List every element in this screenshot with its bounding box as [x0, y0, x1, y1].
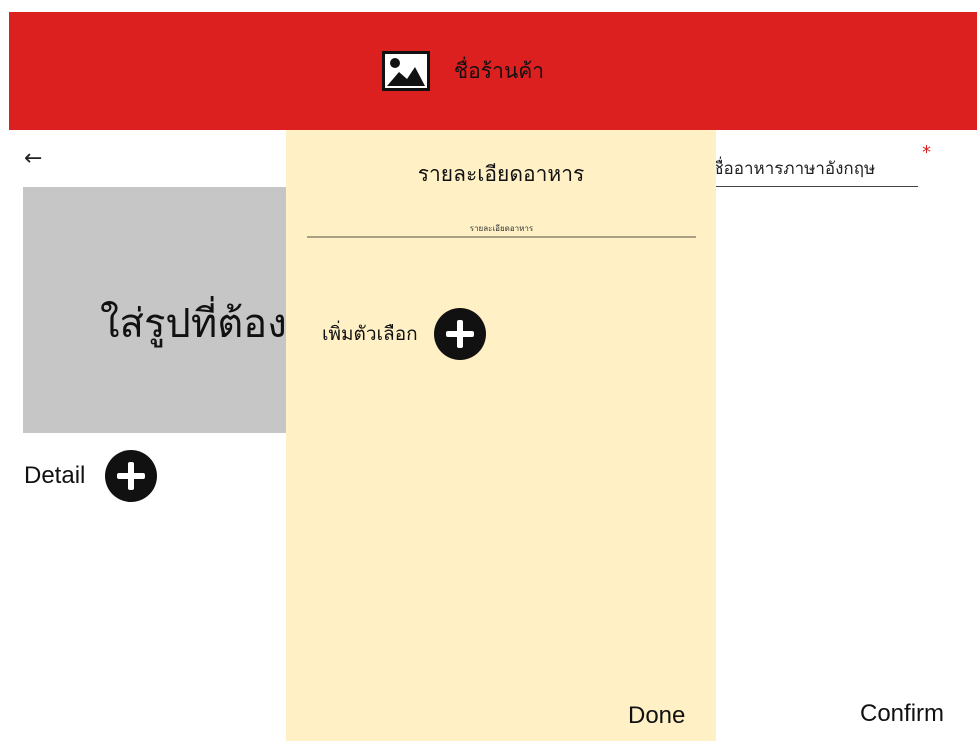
- detail-input-text: รายละเอียดอาหาร: [469, 224, 534, 233]
- arrow-left-icon[interactable]: ←: [24, 146, 42, 171]
- plus-circle-icon[interactable]: [433, 308, 486, 360]
- store-name: ชื่อร้านค้า: [453, 58, 545, 83]
- done-button[interactable]: Done: [628, 702, 685, 730]
- detail-label: Detail: [24, 462, 86, 489]
- image-placeholder-text: ใส่รูปที่ต้องการ: [100, 301, 313, 347]
- english-name-input[interactable]: ชื่ออาหารภาษาอังกฤษ: [712, 155, 918, 187]
- detail-modal: รายละเอียดอาหาร รายละเอียดอาหาร เพิ่มตัว…: [286, 130, 716, 741]
- confirm-button[interactable]: Confirm: [860, 700, 944, 728]
- detail-row: Detail: [24, 450, 158, 502]
- add-option-label: เพิ่มตัวเลือก: [322, 323, 418, 345]
- image-upload-area[interactable]: ใส่รูปที่ต้องการ: [23, 187, 313, 433]
- app-header: ชื่อร้านค้า: [9, 12, 977, 130]
- image-icon: [381, 51, 430, 91]
- header-brand: ชื่อร้านค้า: [381, 51, 545, 91]
- english-name-text: ชื่ออาหารภาษาอังกฤษ: [712, 159, 876, 179]
- add-option-row: เพิ่มตัวเลือก: [322, 308, 486, 360]
- required-mark: *: [922, 142, 931, 163]
- detail-input[interactable]: รายละเอียดอาหาร: [307, 218, 696, 238]
- plus-circle-icon[interactable]: [105, 450, 158, 502]
- modal-title: รายละเอียดอาหาร: [417, 162, 585, 186]
